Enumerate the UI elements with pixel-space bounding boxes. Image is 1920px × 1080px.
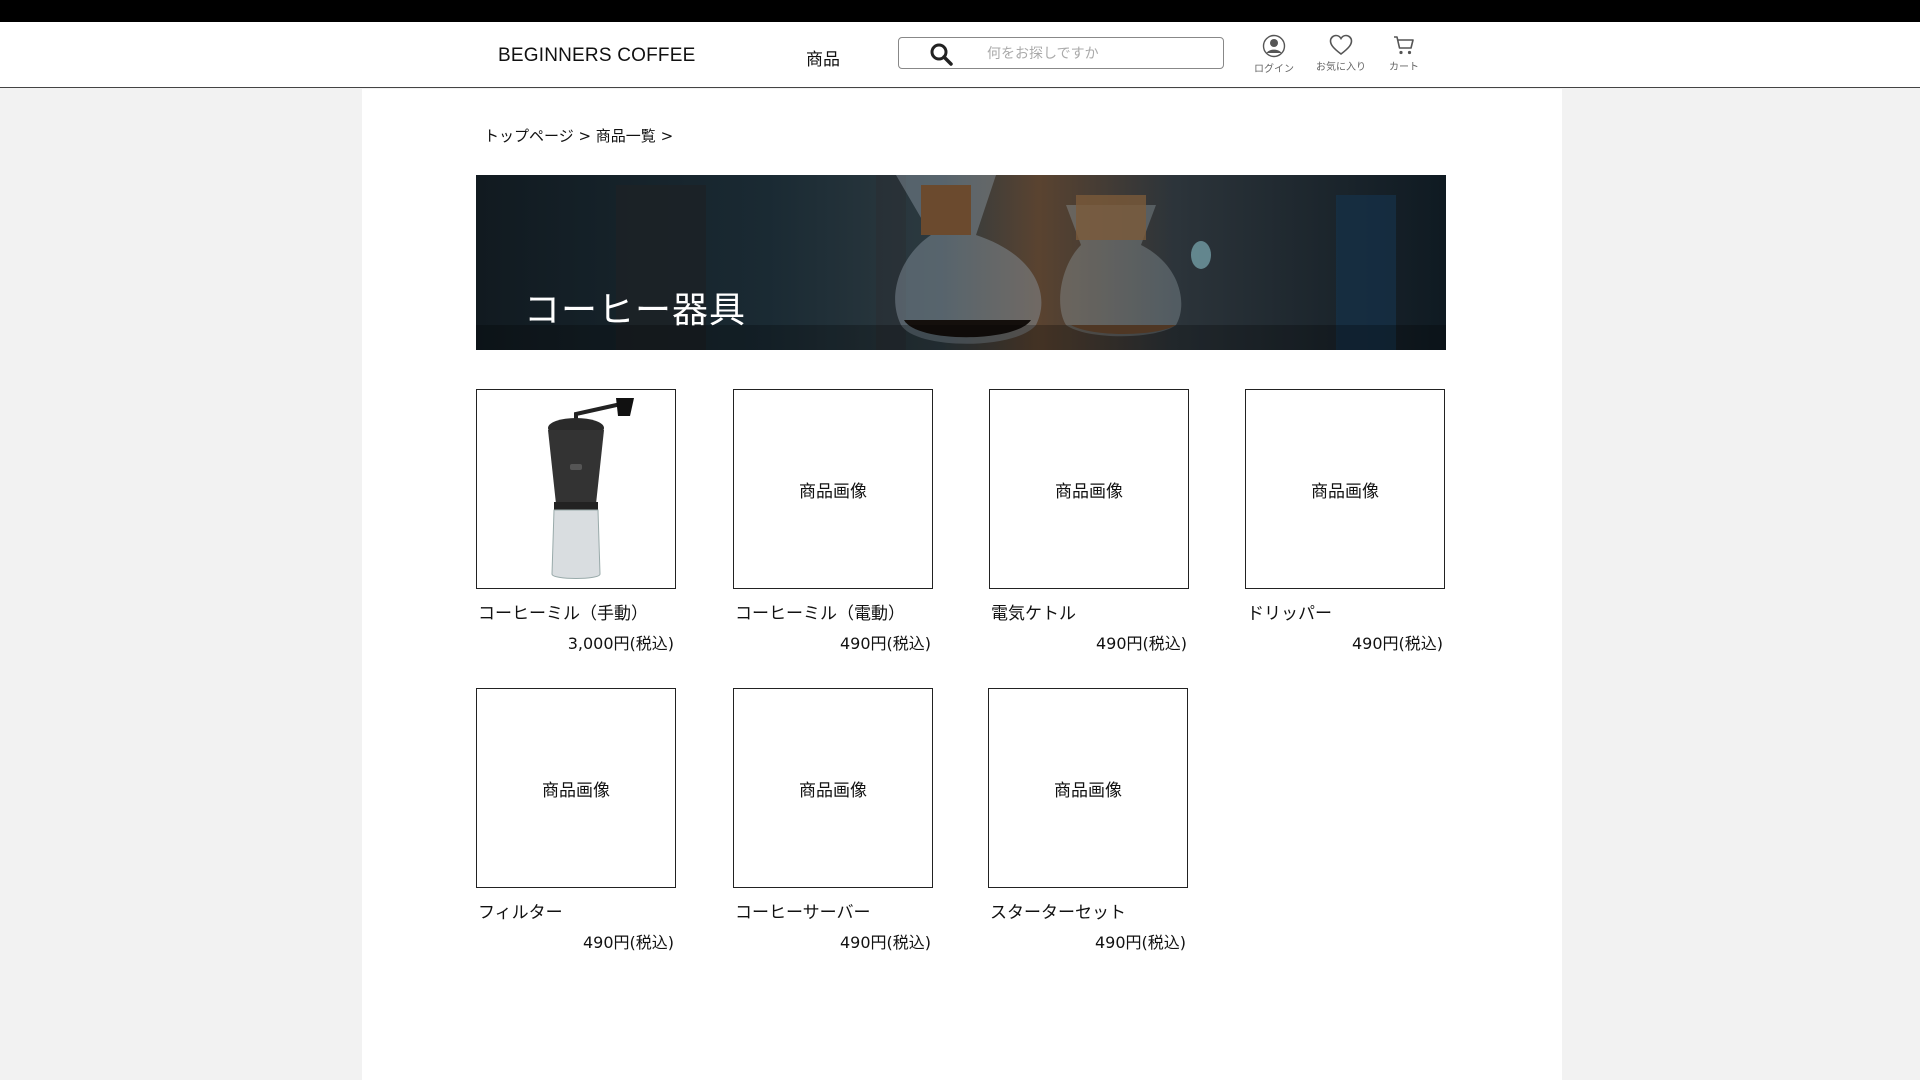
product-price: 3,000円(税込) <box>567 634 674 653</box>
product-name[interactable]: スターターセット <box>988 898 1188 923</box>
product-name[interactable]: コーヒーサーバー <box>733 898 933 923</box>
product-image-placeholder[interactable]: 商品画像 <box>1245 389 1445 589</box>
product-price: 490円(税込) <box>839 933 931 952</box>
favorites-button[interactable]: お気に入り <box>1308 34 1374 73</box>
product-card[interactable]: 商品画像 フィルター 490円(税込) <box>476 688 676 953</box>
product-price: 490円(税込) <box>1351 634 1443 653</box>
product-image-placeholder[interactable]: 商品画像 <box>989 389 1189 589</box>
product-name[interactable]: コーヒーミル（電動） <box>733 599 933 624</box>
product-name[interactable]: 電気ケトル <box>989 599 1189 624</box>
product-image-placeholder[interactable]: 商品画像 <box>733 688 933 888</box>
coffee-grinder-image <box>548 398 634 579</box>
nav-products-link[interactable]: 商品 <box>806 45 840 70</box>
product-card[interactable]: 商品画像 スターターセット 490円(税込) <box>988 688 1188 953</box>
product-card[interactable]: 商品画像 コーヒーサーバー 490円(税込) <box>733 688 933 953</box>
product-image[interactable] <box>476 389 676 589</box>
site-header: BEGINNERS COFFEE 商品 ログイン お気に入り カート <box>0 22 1920 88</box>
product-name[interactable]: フィルター <box>476 898 676 923</box>
product-name[interactable]: コーヒーミル（手動） <box>476 599 676 624</box>
product-image-placeholder[interactable]: 商品画像 <box>988 688 1188 888</box>
product-card[interactable]: 商品画像 コーヒーミル（電動） 490円(税込) <box>733 389 933 654</box>
product-card[interactable]: コーヒーミル（手動） 3,000円(税込) <box>476 389 676 654</box>
product-price: 490円(税込) <box>1095 634 1187 653</box>
heart-icon <box>1329 34 1353 56</box>
product-price: 490円(税込) <box>582 933 674 952</box>
product-name[interactable]: ドリッパー <box>1245 599 1445 624</box>
breadcrumb[interactable]: トップページ > 商品一覧 > <box>484 125 673 146</box>
window-top-bar <box>0 0 1920 22</box>
favorites-label: お気に入り <box>1316 62 1366 73</box>
search-icon[interactable] <box>929 42 953 66</box>
login-button[interactable]: ログイン <box>1246 34 1302 75</box>
category-title: コーヒー器具 <box>524 290 747 331</box>
product-card[interactable]: 商品画像 ドリッパー 490円(税込) <box>1245 389 1445 654</box>
main-content: トップページ > 商品一覧 > コーヒー器具 コーヒーミル（手動） 3,000円… <box>362 89 1562 1080</box>
login-label: ログイン <box>1254 64 1294 75</box>
cart-button[interactable]: カート <box>1380 34 1428 73</box>
cart-icon <box>1394 36 1414 55</box>
product-price: 490円(税込) <box>839 634 931 653</box>
product-price: 490円(税込) <box>1094 933 1186 952</box>
product-image-placeholder[interactable]: 商品画像 <box>733 389 933 589</box>
search-box[interactable] <box>898 37 1224 69</box>
category-hero-banner: コーヒー器具 <box>476 175 1446 350</box>
product-image-placeholder[interactable]: 商品画像 <box>476 688 676 888</box>
cart-label: カート <box>1389 62 1419 73</box>
search-input[interactable] <box>985 43 1209 65</box>
user-icon <box>1262 34 1286 58</box>
product-card[interactable]: 商品画像 電気ケトル 490円(税込) <box>989 389 1189 654</box>
site-logo[interactable]: BEGINNERS COFFEE <box>498 45 695 67</box>
